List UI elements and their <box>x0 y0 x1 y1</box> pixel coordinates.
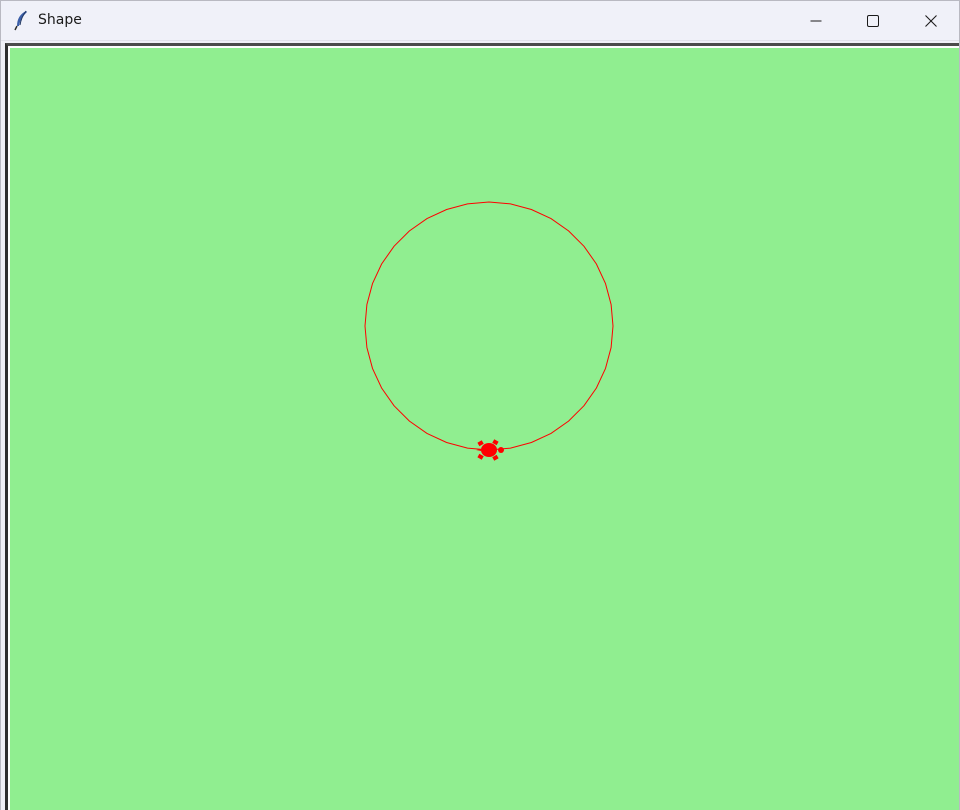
close-icon <box>925 14 937 27</box>
minimize-button[interactable] <box>787 1 845 40</box>
maximize-icon <box>867 14 879 27</box>
canvas-frame <box>5 43 959 810</box>
maximize-button[interactable] <box>844 1 902 40</box>
window-title: Shape <box>38 12 82 28</box>
app-window: Shape <box>0 0 960 810</box>
feather-icon <box>11 9 33 31</box>
title-bar[interactable]: Shape <box>1 1 959 41</box>
drawn-circle <box>364 201 614 451</box>
close-button[interactable] <box>902 1 959 40</box>
turtle-icon <box>476 439 504 461</box>
drawing-canvas[interactable] <box>10 48 959 810</box>
minimize-icon <box>810 20 822 21</box>
canvas-svg <box>364 201 614 461</box>
